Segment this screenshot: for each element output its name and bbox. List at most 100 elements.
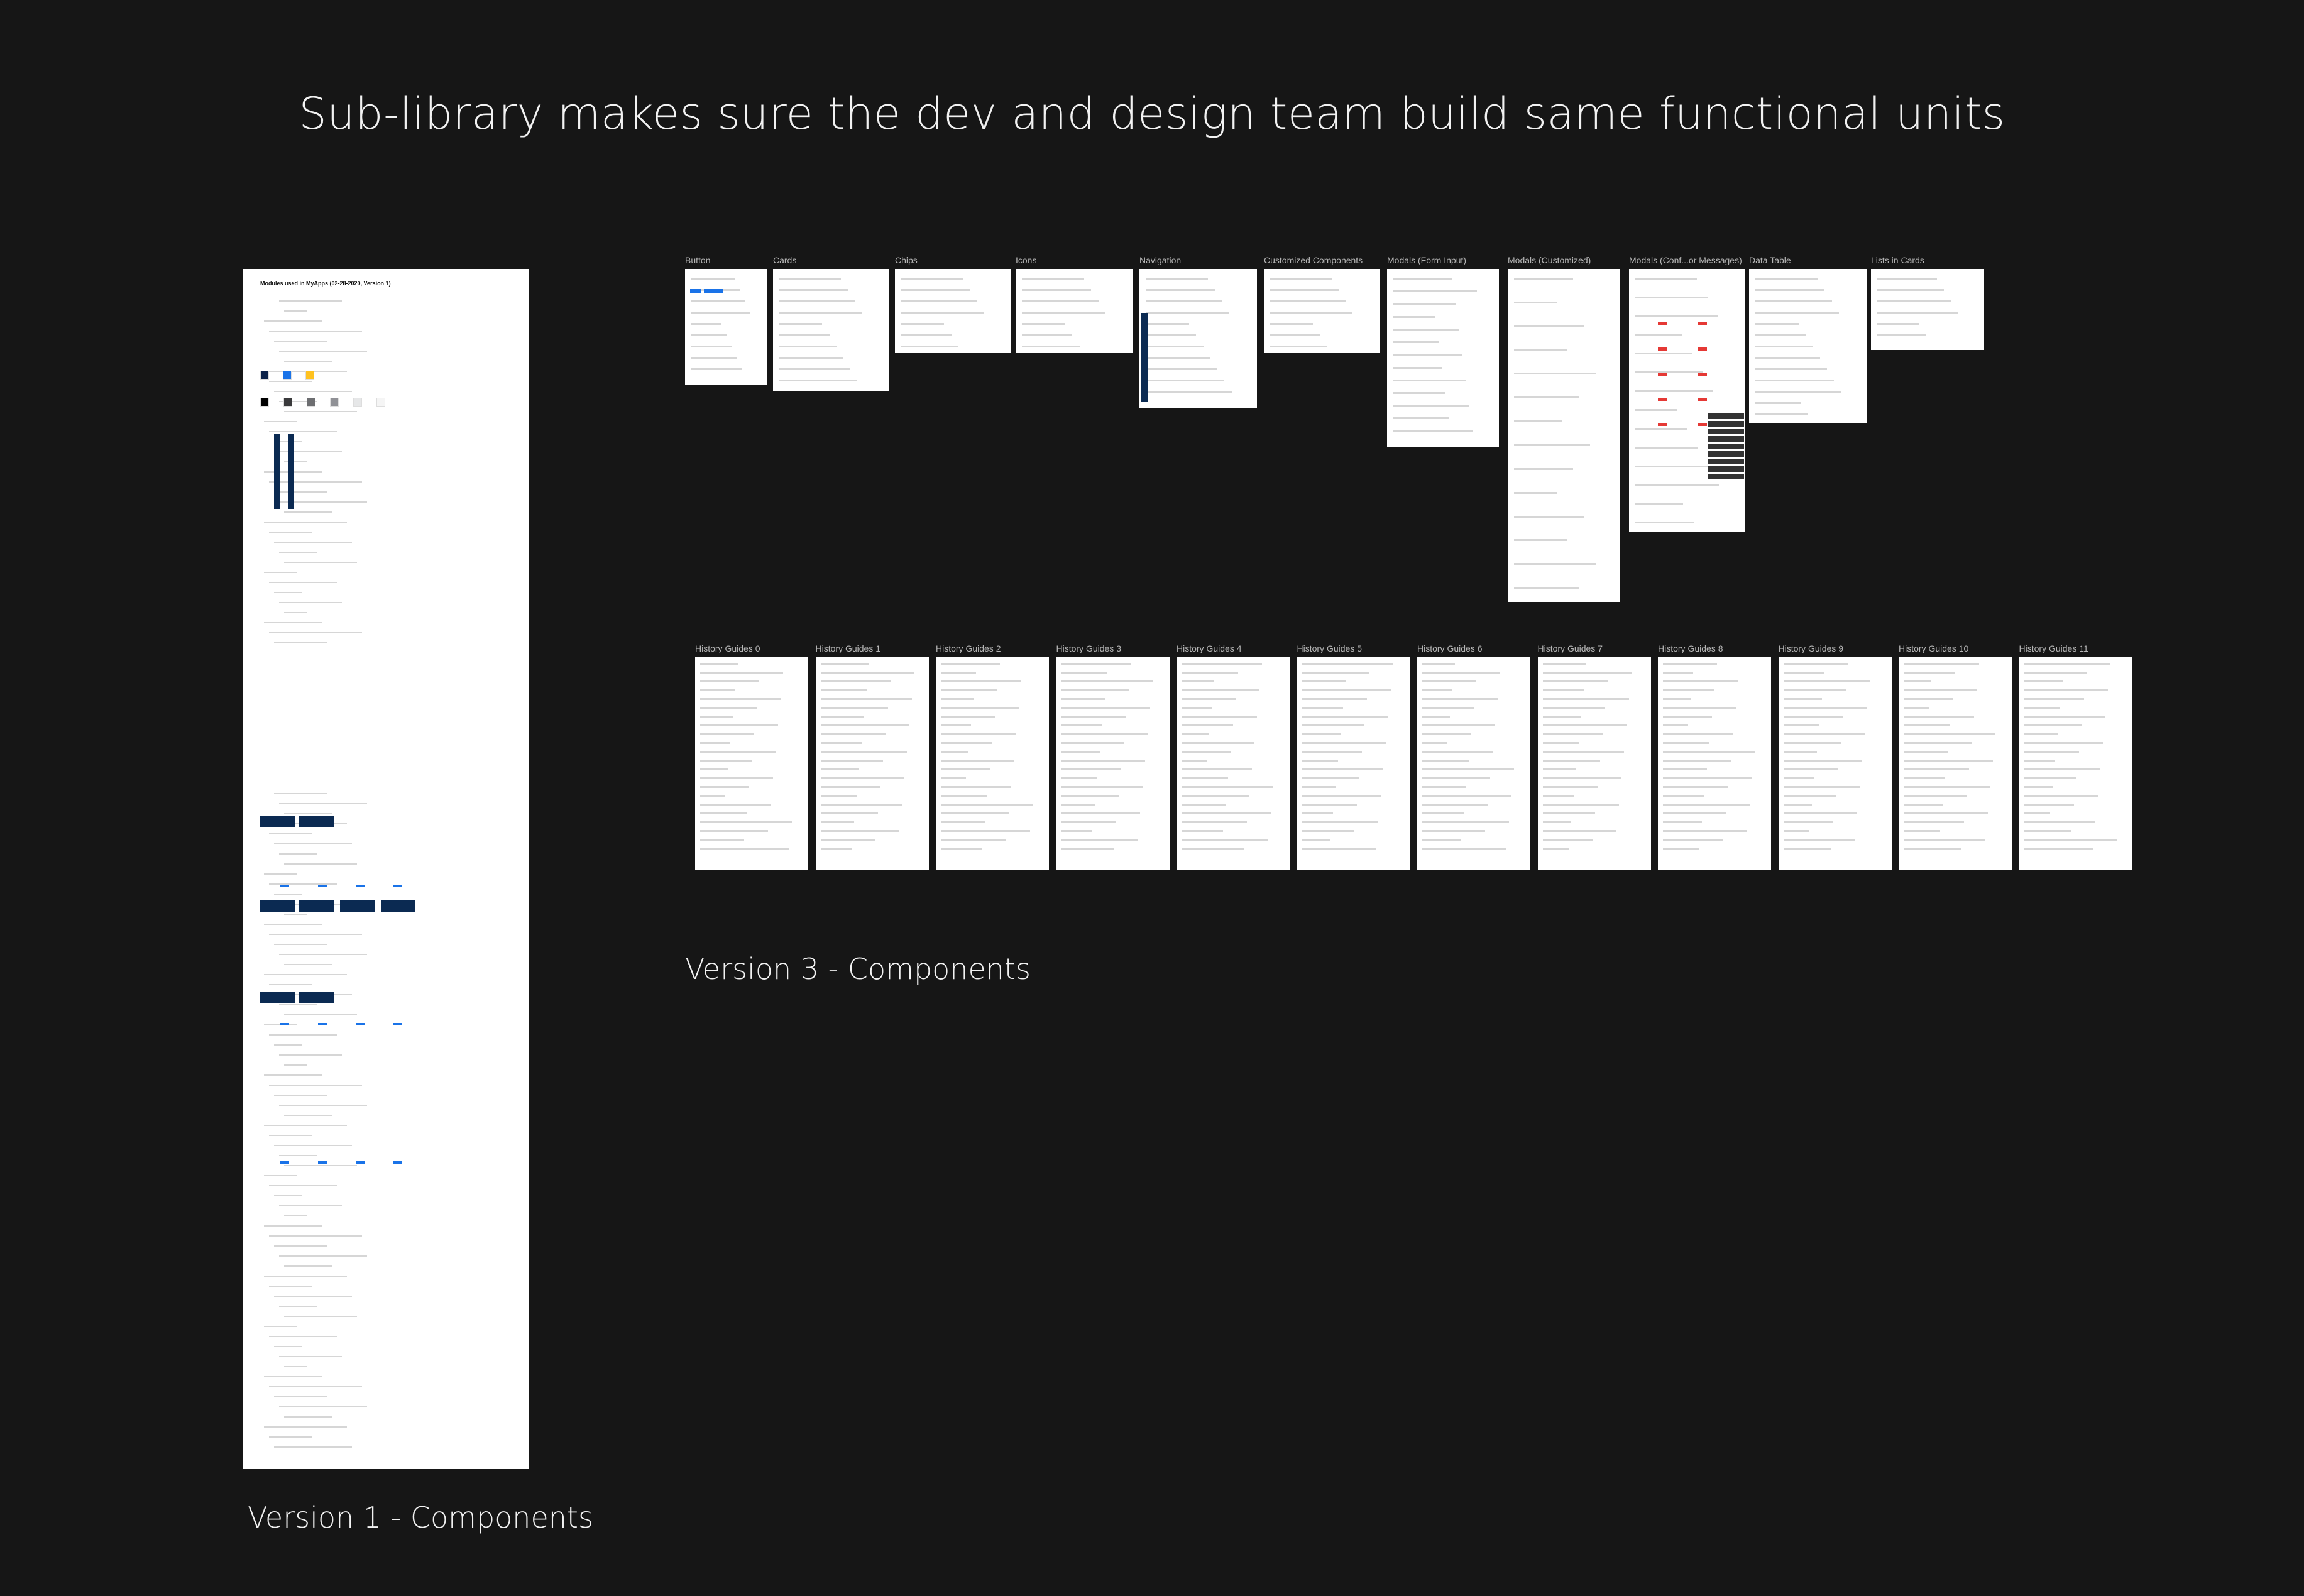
history-entry-line bbox=[1182, 848, 1244, 850]
version1-components-frame[interactable]: Modules used in MyApps (02-28-2020, Vers… bbox=[243, 269, 529, 1469]
history-entry-line bbox=[1422, 716, 1450, 718]
history-guide-frame[interactable] bbox=[695, 657, 808, 870]
placeholder-line bbox=[1755, 278, 1818, 280]
history-guide-label: History Guides 8 bbox=[1658, 643, 1723, 653]
danger-button-sample bbox=[1658, 322, 1667, 325]
placeholder-line bbox=[1393, 379, 1466, 381]
placeholder-line bbox=[779, 300, 855, 302]
history-entry-line bbox=[1542, 672, 1632, 674]
placeholder-line bbox=[1635, 522, 1694, 524]
history-guide-frame[interactable] bbox=[1778, 657, 1892, 870]
history-entry-line bbox=[1302, 804, 1357, 806]
history-entry-line bbox=[1663, 821, 1702, 823]
placeholder-line bbox=[901, 278, 963, 280]
history-guide-frame[interactable] bbox=[815, 657, 929, 870]
component-frame[interactable] bbox=[1749, 269, 1867, 423]
history-entry-line bbox=[1061, 804, 1095, 806]
placeholder-line bbox=[1635, 315, 1718, 317]
history-guide-frame[interactable] bbox=[1417, 657, 1530, 870]
button-sample bbox=[318, 1023, 327, 1025]
doc-line bbox=[274, 1095, 327, 1096]
doc-line bbox=[279, 1306, 317, 1307]
placeholder-line bbox=[901, 312, 984, 314]
doc-line bbox=[274, 1195, 302, 1196]
doc-line bbox=[284, 361, 332, 362]
history-entry-line bbox=[1061, 724, 1102, 726]
history-entry-line bbox=[1542, 707, 1605, 709]
history-guide-frame[interactable] bbox=[1537, 657, 1651, 870]
component-frame[interactable] bbox=[1139, 269, 1257, 408]
doc-line bbox=[274, 1245, 327, 1247]
button-sample bbox=[356, 1023, 365, 1025]
button-sample bbox=[280, 1161, 289, 1164]
history-entry-line bbox=[1663, 777, 1752, 779]
history-entry-line bbox=[1783, 698, 1822, 700]
component-frame[interactable] bbox=[895, 269, 1011, 353]
component-frame[interactable] bbox=[1629, 269, 1745, 532]
history-entry-line bbox=[1783, 663, 1848, 665]
history-entry-line bbox=[1061, 760, 1145, 762]
history-entry-line bbox=[1904, 786, 1990, 788]
button-sample bbox=[280, 1023, 289, 1025]
history-guide-frame[interactable] bbox=[1658, 657, 1771, 870]
placeholder-line bbox=[1755, 357, 1820, 359]
color-swatch bbox=[260, 371, 269, 380]
component-frame[interactable] bbox=[773, 269, 889, 391]
component-frame[interactable] bbox=[1387, 269, 1499, 447]
doc-line bbox=[279, 1205, 342, 1206]
doc-line bbox=[264, 1125, 347, 1126]
placeholder-line bbox=[1393, 391, 1445, 394]
doc-line bbox=[279, 1406, 367, 1407]
placeholder-line bbox=[691, 334, 727, 336]
history-guide-frame[interactable] bbox=[1056, 657, 1170, 870]
doc-line bbox=[274, 1346, 302, 1347]
history-entry-line bbox=[1302, 830, 1354, 832]
history-guide-frame[interactable] bbox=[936, 657, 1049, 870]
history-entry-line bbox=[1302, 698, 1367, 700]
history-entry-line bbox=[1182, 689, 1259, 691]
placeholder-line bbox=[1022, 346, 1080, 347]
history-guide-frame[interactable] bbox=[1177, 657, 1290, 870]
placeholder-line bbox=[779, 346, 837, 347]
frame-label: Modals (Conf...or Messages) bbox=[1629, 255, 1742, 265]
component-frame[interactable] bbox=[1508, 269, 1620, 602]
history-entry-line bbox=[941, 672, 976, 674]
component-frame[interactable] bbox=[1264, 269, 1380, 353]
doc-line bbox=[279, 1105, 367, 1106]
history-entry-line bbox=[1061, 830, 1092, 832]
history-entry-line bbox=[941, 786, 1011, 788]
history-entry-line bbox=[1663, 672, 1693, 674]
component-frame[interactable] bbox=[685, 269, 767, 385]
history-guide-frame[interactable] bbox=[2019, 657, 2132, 870]
tooltip-sample bbox=[1708, 451, 1744, 457]
placeholder-line bbox=[901, 300, 977, 302]
history-entry-line bbox=[700, 821, 792, 823]
placeholder-line bbox=[1635, 409, 1677, 411]
placeholder-line bbox=[1755, 323, 1799, 325]
placeholder-line bbox=[1146, 289, 1215, 291]
placeholder-line bbox=[901, 289, 970, 291]
component-frame[interactable] bbox=[1871, 269, 1984, 350]
history-entry-line bbox=[1542, 689, 1584, 691]
placeholder-line bbox=[1146, 312, 1229, 314]
doc-line bbox=[264, 421, 297, 422]
placeholder-line bbox=[691, 300, 745, 302]
history-guide-frame[interactable] bbox=[1899, 657, 2012, 870]
button-sample bbox=[356, 1161, 365, 1164]
history-guide-label: History Guides 10 bbox=[1899, 643, 1969, 653]
history-entry-line bbox=[1783, 724, 1819, 726]
placeholder-line bbox=[1393, 354, 1463, 356]
history-entry-line bbox=[1182, 680, 1214, 682]
component-frame[interactable] bbox=[1016, 269, 1133, 353]
placeholder-line bbox=[779, 357, 843, 359]
doc-line bbox=[274, 341, 327, 342]
history-entry-line bbox=[941, 663, 1000, 665]
history-guide-label: History Guides 1 bbox=[815, 643, 880, 653]
button-sample bbox=[280, 885, 289, 887]
history-entry-line bbox=[1542, 716, 1581, 718]
history-entry-line bbox=[941, 698, 974, 700]
button-sample bbox=[393, 885, 402, 887]
history-entry-line bbox=[1904, 848, 1961, 850]
history-entry-line bbox=[1783, 768, 1838, 770]
history-guide-frame[interactable] bbox=[1297, 657, 1410, 870]
